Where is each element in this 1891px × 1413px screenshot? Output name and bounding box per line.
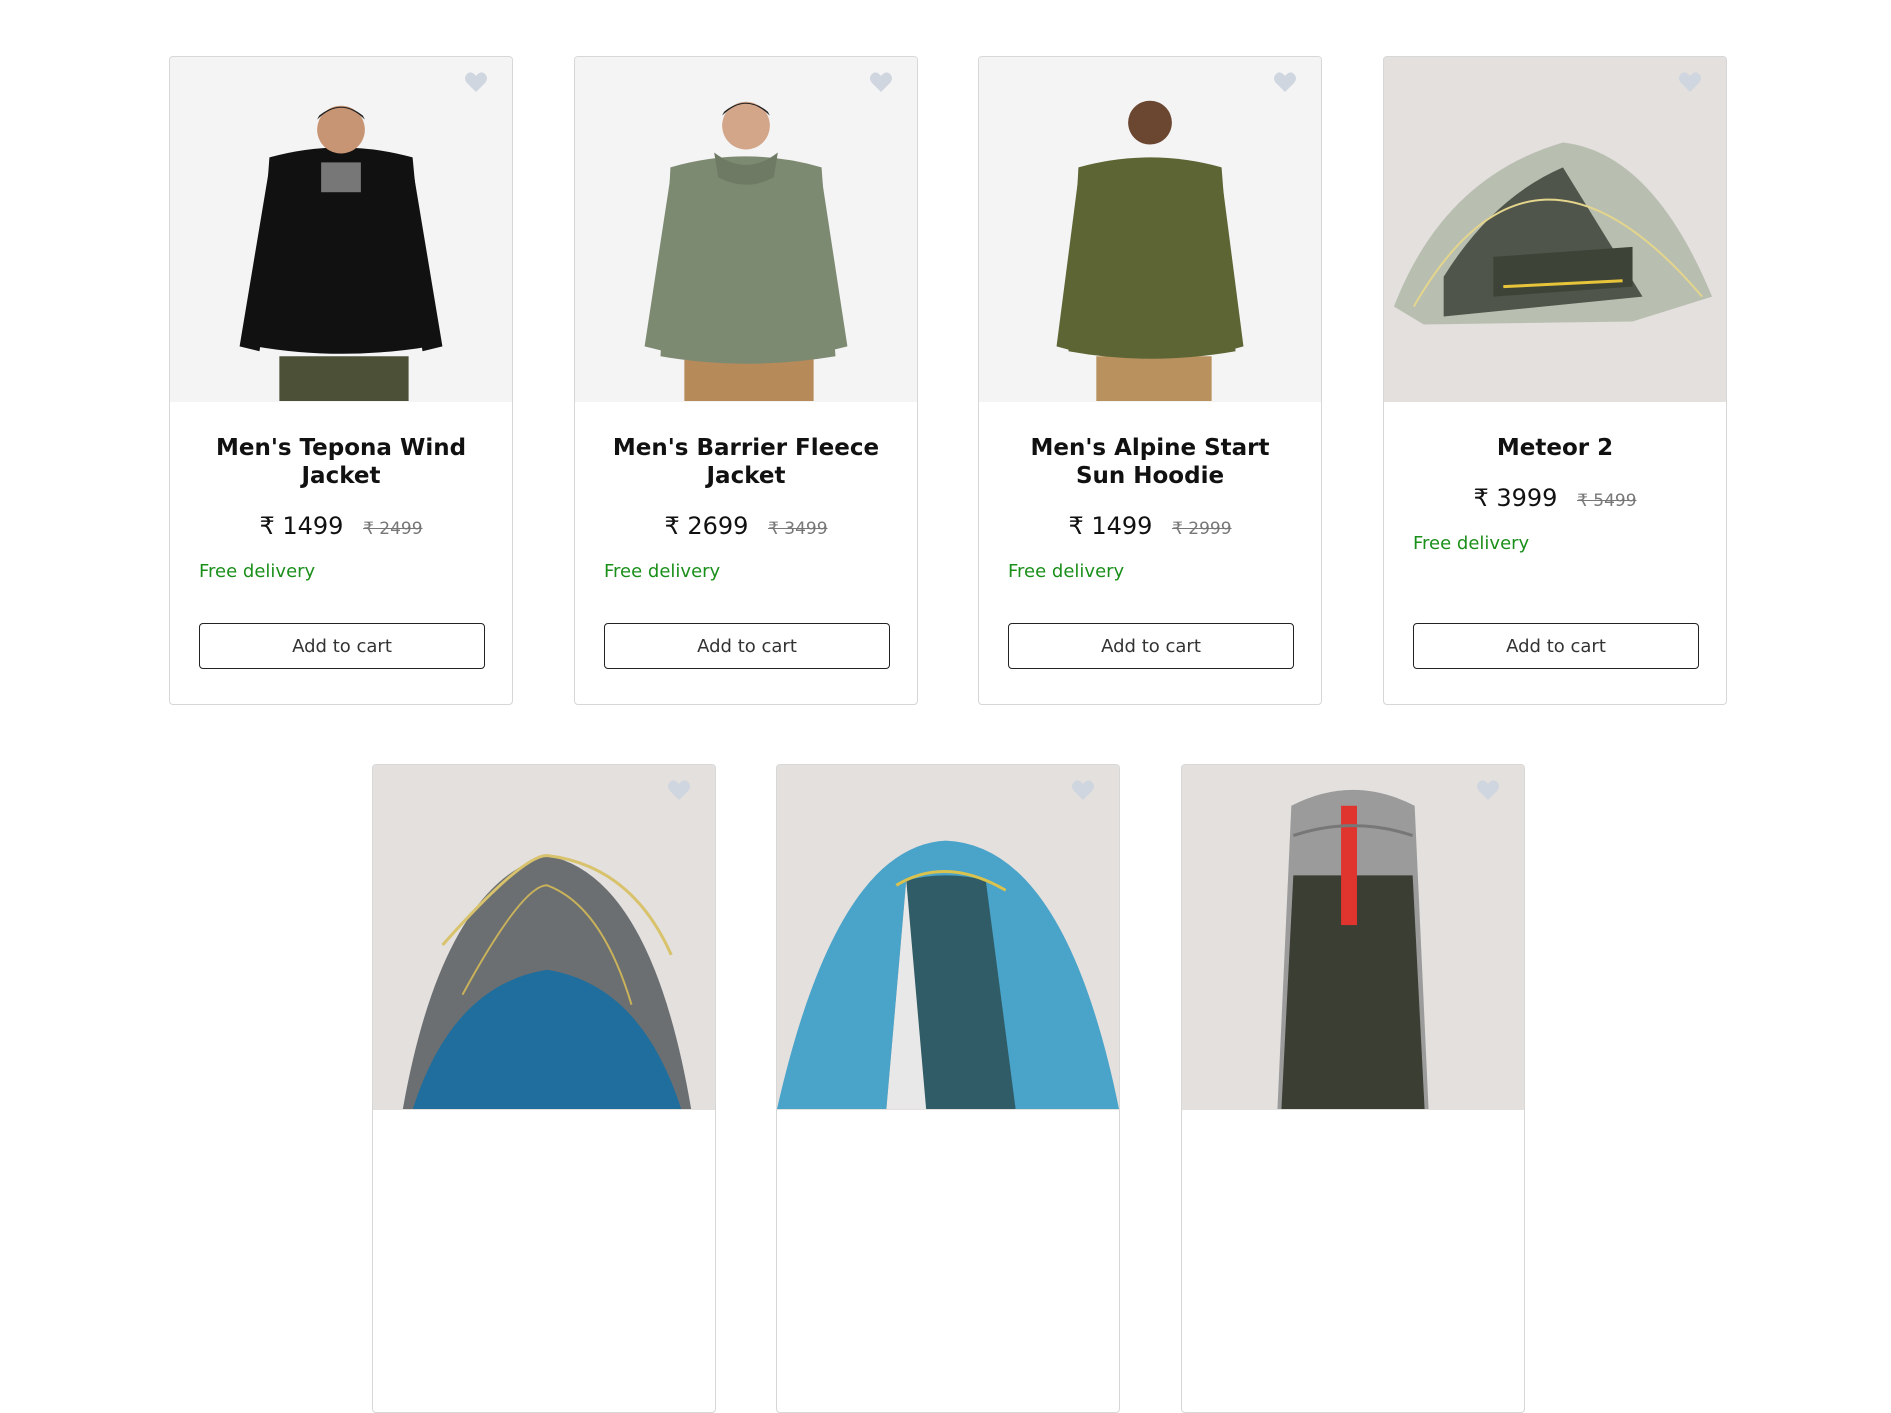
add-to-cart-button[interactable]: Add to cart [1008,623,1294,669]
product-info: Men's Barrier Fleece Jacket ₹ 2699 ₹ 349… [575,402,917,583]
product-grid: Men's Tepona Wind Jacket ₹ 1499 ₹ 2499 F… [0,0,1891,1413]
product-image[interactable] [170,57,512,402]
product-image[interactable] [1182,765,1524,1110]
product-mrp: ₹ 2999 [1172,519,1232,539]
hoodie-model-image [575,58,917,401]
price-row: ₹ 1499 ₹ 2499 [170,512,512,543]
heart-icon[interactable] [1071,779,1095,801]
product-card[interactable] [1181,764,1525,1413]
product-card[interactable] [776,764,1120,1413]
price-row: ₹ 3999 ₹ 5499 [1384,484,1726,515]
delivery-label: Free delivery [1008,561,1125,582]
hoodie-model-image [170,58,512,401]
add-to-cart-button[interactable]: Add to cart [604,623,890,669]
product-price: ₹ 2699 [664,512,749,540]
product-title[interactable]: Men's Barrier Fleece Jacket [603,434,889,490]
tent-image [777,766,1119,1109]
product-mrp: ₹ 5499 [1577,491,1637,511]
heart-icon[interactable] [464,71,488,93]
heart-icon[interactable] [1476,779,1500,801]
price-row: ₹ 2699 ₹ 3499 [575,512,917,543]
heart-icon[interactable] [667,779,691,801]
product-image[interactable] [575,57,917,402]
product-card[interactable]: Men's Alpine Start Sun Hoodie ₹ 1499 ₹ 2… [978,56,1322,705]
product-title[interactable]: Men's Tepona Wind Jacket [198,434,484,490]
product-card[interactable] [372,764,716,1413]
product-info: Meteor 2 ₹ 3999 ₹ 5499 Free delivery [1384,402,1726,555]
product-image[interactable] [979,57,1321,402]
add-to-cart-button[interactable]: Add to cart [1413,623,1699,669]
product-price: ₹ 1499 [1068,512,1153,540]
delivery-label: Free delivery [1413,533,1530,554]
heart-icon[interactable] [1273,71,1297,93]
product-mrp: ₹ 3499 [768,519,828,539]
product-info: Men's Alpine Start Sun Hoodie ₹ 1499 ₹ 2… [979,402,1321,583]
product-price: ₹ 1499 [259,512,344,540]
product-title[interactable]: Men's Alpine Start Sun Hoodie [1007,434,1293,490]
product-image[interactable] [777,765,1119,1110]
price-row: ₹ 1499 ₹ 2999 [979,512,1321,543]
heart-icon[interactable] [869,71,893,93]
backpack-image [1182,766,1524,1109]
tent-image [1384,58,1726,401]
product-image[interactable] [373,765,715,1110]
product-price: ₹ 3999 [1473,484,1558,512]
heart-icon[interactable] [1678,71,1702,93]
delivery-label: Free delivery [604,561,721,582]
product-card[interactable]: Meteor 2 ₹ 3999 ₹ 5499 Free delivery Add… [1383,56,1727,705]
product-card[interactable]: Men's Tepona Wind Jacket ₹ 1499 ₹ 2499 F… [169,56,513,705]
tent-image [373,766,715,1109]
product-title[interactable]: Meteor 2 [1412,434,1698,462]
product-image[interactable] [1384,57,1726,402]
hoodie-model-image [979,58,1321,401]
product-info: Men's Tepona Wind Jacket ₹ 1499 ₹ 2499 F… [170,402,512,583]
product-mrp: ₹ 2499 [363,519,423,539]
product-card[interactable]: Men's Barrier Fleece Jacket ₹ 2699 ₹ 349… [574,56,918,705]
delivery-label: Free delivery [199,561,316,582]
add-to-cart-button[interactable]: Add to cart [199,623,485,669]
